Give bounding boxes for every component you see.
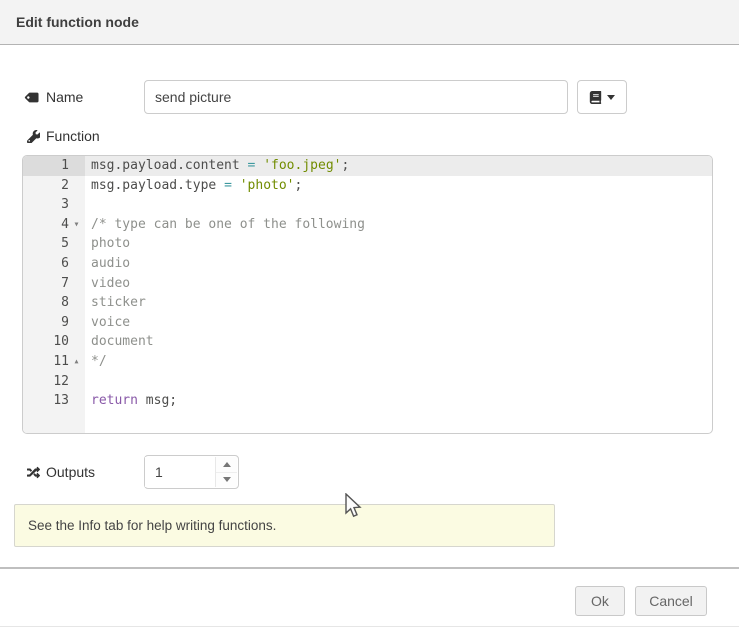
line-number: 1 (23, 156, 85, 176)
code-text: return msg; (85, 391, 712, 411)
code-line[interactable]: 11▴*/ (23, 352, 712, 372)
library-dropdown-button[interactable] (577, 80, 627, 114)
wrench-icon (26, 129, 40, 143)
line-number: 13 (23, 391, 85, 411)
outputs-input[interactable] (145, 457, 213, 487)
code-editor[interactable]: 1msg.payload.content = 'foo.jpeg';2msg.p… (22, 155, 713, 434)
dialog-title: Edit function node (16, 14, 139, 30)
fold-toggle-icon[interactable]: ▾ (70, 215, 83, 235)
line-number: 12 (23, 372, 85, 392)
code-text: voice (85, 313, 712, 333)
code-text: msg.payload.content = 'foo.jpeg'; (85, 156, 712, 176)
line-number: 9 (23, 313, 85, 333)
line-number: 6 (23, 254, 85, 274)
code-line[interactable]: 7video (23, 274, 712, 294)
code-line[interactable]: 4▾/* type can be one of the following (23, 215, 712, 235)
dialog-footer: Ok Cancel (0, 567, 739, 626)
code-text: */ (85, 352, 712, 372)
outputs-label: Outputs (26, 464, 144, 480)
code-line[interactable]: 3 (23, 195, 712, 215)
tag-icon (26, 90, 40, 104)
spinner-up-button[interactable] (216, 457, 237, 473)
spinner-buttons (215, 457, 237, 487)
dialog-header: Edit function node (0, 0, 739, 45)
info-tip-box: See the Info tab for help writing functi… (14, 504, 555, 547)
code-line[interactable]: 9voice (23, 313, 712, 333)
code-text: photo (85, 234, 712, 254)
line-number: 5 (23, 234, 85, 254)
code-text: msg.payload.type = 'photo'; (85, 176, 712, 196)
code-line[interactable]: 6audio (23, 254, 712, 274)
line-number: 11▴ (23, 352, 85, 372)
code-line[interactable]: 1msg.payload.content = 'foo.jpeg'; (23, 156, 712, 176)
line-number: 8 (23, 293, 85, 313)
code-line[interactable]: 2msg.payload.type = 'photo'; (23, 176, 712, 196)
edit-function-node-dialog: Edit function node Name Function 1msg.pa… (0, 0, 739, 630)
book-icon (589, 91, 602, 104)
function-label-text: Function (46, 128, 100, 144)
code-line[interactable]: 13return msg; (23, 391, 712, 411)
code-line[interactable]: 8sticker (23, 293, 712, 313)
code-text: /* type can be one of the following (85, 215, 712, 235)
line-number: 7 (23, 274, 85, 294)
code-text: audio (85, 254, 712, 274)
spinner-down-button[interactable] (216, 473, 237, 488)
code-line[interactable]: 12 (23, 372, 712, 392)
caret-down-icon (607, 95, 615, 100)
name-label-text: Name (46, 89, 83, 105)
line-number: 4▾ (23, 215, 85, 235)
shuffle-icon (26, 465, 40, 479)
outputs-spinner (144, 455, 239, 489)
dialog-bottom-edge (0, 626, 739, 627)
code-text: document (85, 332, 712, 352)
outputs-row: Outputs (26, 455, 239, 489)
name-row: Name (26, 80, 627, 114)
line-number: 10 (23, 332, 85, 352)
name-label: Name (26, 89, 144, 105)
name-input[interactable] (144, 80, 568, 114)
code-line[interactable]: 5photo (23, 234, 712, 254)
ok-button[interactable]: Ok (575, 586, 625, 616)
arrow-up-icon (223, 462, 231, 467)
code-text: sticker (85, 293, 712, 313)
function-label: Function (26, 128, 100, 144)
arrow-down-icon (223, 477, 231, 482)
cancel-button[interactable]: Cancel (635, 586, 707, 616)
code-text (85, 195, 712, 215)
line-number: 2 (23, 176, 85, 196)
line-number: 3 (23, 195, 85, 215)
fold-toggle-icon[interactable]: ▴ (70, 352, 83, 372)
code-line[interactable]: 10document (23, 332, 712, 352)
code-text: video (85, 274, 712, 294)
code-text (85, 372, 712, 392)
code-lines: 1msg.payload.content = 'foo.jpeg';2msg.p… (23, 156, 712, 411)
outputs-label-text: Outputs (46, 464, 95, 480)
info-tip-text: See the Info tab for help writing functi… (28, 518, 276, 533)
